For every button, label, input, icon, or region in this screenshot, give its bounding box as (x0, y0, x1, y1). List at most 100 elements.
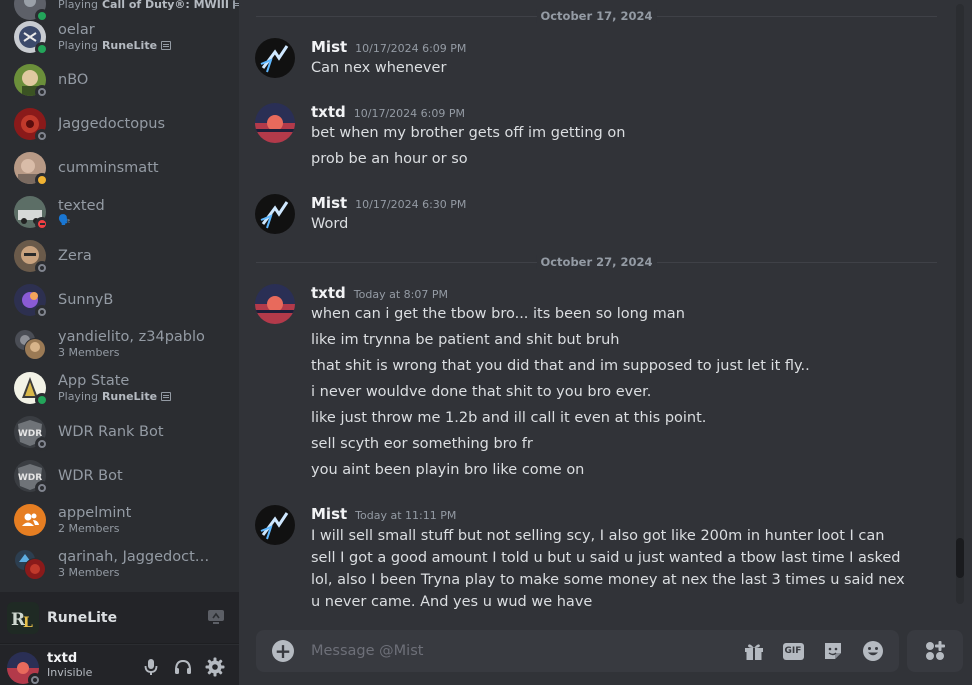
dm-group-appelmint[interactable]: appelmint 2 Members (8, 498, 230, 542)
message-input[interactable] (311, 630, 731, 672)
scrollbar-thumb[interactable] (956, 538, 964, 578)
dm-item-jaggedoctopus[interactable]: Jaggedoctopus (8, 102, 230, 146)
author-name[interactable]: txtd (311, 284, 346, 302)
message-text: prob be an hour or so (311, 151, 468, 167)
message-header: Mist 10/17/2024 6:09 PM (311, 38, 466, 56)
author-avatar[interactable] (255, 194, 295, 234)
dm-item-nbo[interactable]: nBO (8, 58, 230, 102)
message-header: Mist 10/17/2024 6:30 PM (311, 194, 466, 212)
message-header: Mist Today at 11:11 PM (311, 505, 456, 523)
status-idle-icon (35, 173, 49, 187)
avatar (14, 196, 49, 231)
message-text: like im trynna be patient and shit but b… (311, 332, 620, 348)
apps-icon[interactable] (907, 630, 963, 672)
member-count: 3 Members (58, 566, 120, 579)
dm-activity: Playing RuneLite (58, 390, 172, 403)
date-divider: October 27, 2024 (256, 255, 937, 269)
dm-item-oelar[interactable]: oelar Playing RuneLite (8, 15, 230, 59)
rich-presence-icon (161, 392, 172, 401)
microphone-icon[interactable] (141, 657, 161, 677)
svg-text:L: L (23, 615, 33, 631)
gif-label: GIF (782, 642, 804, 660)
dm-name: WDR Bot (58, 468, 123, 484)
dm-name: WDR Rank Bot (58, 424, 164, 440)
status-offline-icon (35, 85, 49, 99)
avatar (14, 284, 49, 319)
status-offline-icon (35, 481, 49, 495)
dm-item-app-state[interactable]: App State Playing RuneLite (8, 366, 230, 410)
status-invisible-icon (28, 673, 42, 685)
timestamp: 10/17/2024 6:30 PM (355, 198, 467, 211)
dm-activity: Playing RuneLite (58, 39, 172, 52)
user-name: txtd (47, 651, 78, 666)
dm-group-qarinah[interactable]: qarinah, Jaggedoctopus, ... 3 Members (8, 542, 230, 586)
sticker-icon[interactable] (821, 639, 845, 663)
activity-name: RuneLite (47, 609, 118, 626)
dm-name: SunnyB (58, 292, 114, 308)
gift-icon[interactable] (742, 639, 766, 663)
message-composer: + GIF (256, 630, 899, 672)
gif-button[interactable]: GIF (781, 639, 805, 663)
avatar (14, 21, 49, 56)
custom-status-emoji: 🗣️ (58, 215, 71, 226)
dm-name: qarinah, Jaggedoctopus, ... (58, 549, 218, 565)
message-header: txtd Today at 8:07 PM (311, 284, 448, 302)
dm-name: nBO (58, 72, 89, 88)
avatar (14, 240, 49, 275)
add-attachment-icon[interactable]: + (272, 640, 294, 662)
settings-gear-icon[interactable] (205, 657, 225, 677)
author-name[interactable]: Mist (311, 38, 347, 56)
dm-name: Jaggedoctopus (58, 116, 166, 132)
dm-name: yandielito, z34pablo (58, 329, 205, 345)
rich-presence-icon (161, 41, 172, 50)
date-divider: October 17, 2024 (256, 9, 937, 23)
author-name[interactable]: Mist (311, 505, 347, 523)
dm-item-texted[interactable]: texted 🗣️ (8, 190, 230, 234)
author-avatar[interactable] (255, 103, 295, 143)
timestamp: 10/17/2024 6:09 PM (353, 107, 465, 120)
avatar (14, 372, 49, 407)
timestamp: Today at 8:07 PM (353, 288, 448, 301)
dm-item-zera[interactable]: Zera (8, 234, 230, 278)
message-text: I will sell small stuff but not selling … (311, 528, 905, 610)
status-offline-icon (35, 261, 49, 275)
dm-item-sunnyb[interactable]: SunnyB (8, 278, 230, 322)
author-avatar[interactable] (255, 38, 295, 78)
status-online-icon (35, 42, 49, 56)
emoji-icon[interactable] (861, 639, 885, 663)
message-text: Word (311, 216, 349, 232)
dm-name: texted (58, 198, 105, 214)
dm-name: oelar (58, 22, 95, 38)
author-name[interactable]: Mist (311, 194, 347, 212)
author-avatar[interactable] (255, 505, 295, 545)
dm-item-wdr-bot[interactable]: WDR WDR Bot (8, 454, 230, 498)
status-offline-icon (35, 129, 49, 143)
message-text: you aint been playin bro like come on (311, 462, 585, 478)
screen-share-icon[interactable] (207, 609, 225, 629)
activity-panel: RL RuneLite (0, 592, 239, 644)
headphones-icon[interactable] (173, 657, 193, 677)
dm-name: App State (58, 373, 130, 389)
author-name[interactable]: txtd (311, 103, 346, 121)
member-count: 3 Members (58, 346, 120, 359)
dm-sidebar: Playing Call of Duty®: MWIII oelar Playin… (0, 0, 239, 685)
message-text: i never wouldve done that shit to you br… (311, 384, 652, 400)
user-panel: txtd Invisible (0, 645, 239, 685)
runelite-logo: RL (7, 601, 39, 634)
dm-item-wdr-rank-bot[interactable]: WDR WDR Rank Bot (8, 410, 230, 454)
message-header: txtd 10/17/2024 6:09 PM (311, 103, 465, 121)
scrollbar-track[interactable] (956, 4, 964, 604)
dm-item-cumminsmatt[interactable]: cumminsmatt (8, 146, 230, 190)
avatar (14, 152, 49, 187)
status-offline-icon (35, 305, 49, 319)
user-avatar[interactable] (7, 652, 42, 685)
group-avatar (14, 504, 46, 536)
timestamp: Today at 11:11 PM (355, 509, 457, 522)
dm-group-yandielito[interactable]: yandielito, z34pablo 3 Members (8, 322, 230, 366)
rich-presence-icon (232, 0, 239, 9)
message-text: that shit is wrong that you did that and… (311, 358, 810, 374)
dm-name: appelmint (58, 505, 132, 521)
author-avatar[interactable] (255, 284, 295, 324)
message-text: Can nex whenever (311, 60, 447, 76)
message-text: when can i get the tbow bro... its been … (311, 306, 685, 322)
